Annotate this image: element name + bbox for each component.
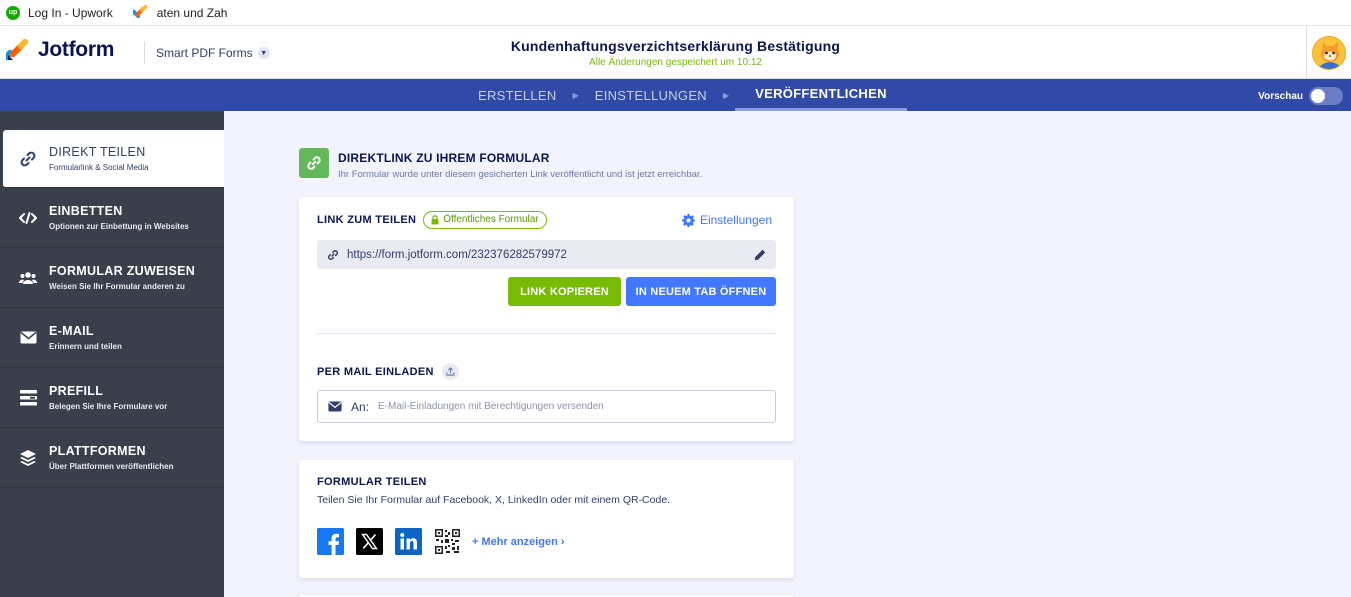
save-status: Alle Änderungen gespeichert um 10:12: [589, 57, 762, 68]
section-divider: [317, 333, 776, 334]
share-link-label: LINK ZUM TEILEN: [317, 214, 417, 226]
layers-icon: [18, 448, 38, 468]
chevron-right-icon: ▶: [572, 90, 579, 100]
show-more-label: Mehr anzeigen: [481, 535, 558, 548]
sidebar-item-title: PLATTFORMEN: [49, 444, 146, 458]
settings-label: Einstellungen: [699, 213, 772, 227]
lock-icon: [431, 214, 439, 224]
bookmark-label: aten und Zah: [156, 5, 228, 20]
form-title[interactable]: Kundenhaftungsverzichtserklärung Bestäti…: [0, 38, 1351, 54]
share-form-subtitle: Teilen Sie Ihr Formular auf Facebook, X,…: [317, 494, 671, 506]
tab-veroeffentlichen[interactable]: VERÖFFENTLICHEN: [735, 79, 907, 111]
share-link-header: LINK ZUM TEILEN Öffentliches Formular Ei…: [317, 211, 772, 229]
sidebar-item-subtitle: Belegen Sie Ihre Formulare vor: [49, 402, 168, 411]
intro-subtitle: Ihr Formular wurde unter diesem gesicher…: [338, 169, 703, 180]
builder-navbar: ERSTELLEN ▶ EINSTELLUNGEN ▶ VERÖFFENTLIC…: [0, 79, 1351, 111]
preview-toggle-group: Vorschau: [1258, 87, 1343, 105]
avatar[interactable]: [1312, 35, 1346, 70]
sidebar-item-subtitle: Weisen Sie Ihr Formular anderen zu: [49, 282, 185, 291]
bookmark-jotform[interactable]: aten und Zah: [131, 4, 228, 21]
chevron-right-icon: ›: [560, 535, 565, 548]
sidebar-item-direkt-teilen[interactable]: DIREKT TEILEN Formularlink & Social Medi…: [3, 130, 224, 188]
open-in-new-tab-button[interactable]: IN NEUEM TAB ÖFFNEN: [626, 277, 776, 306]
share-form-card: FORMULAR TEILEN Teilen Sie Ihr Formular …: [299, 460, 794, 578]
envelope-icon: [18, 328, 38, 348]
share-link-card: LINK ZUM TEILEN Öffentliches Formular Ei…: [299, 197, 794, 441]
x-icon[interactable]: [356, 528, 383, 555]
email-to-label: An:: [351, 399, 370, 414]
preview-toggle[interactable]: [1309, 87, 1343, 105]
sidebar-item-subtitle: Erinnern und teilen: [49, 342, 122, 351]
app-header: Jotform Smart PDF Forms ▼ Kundenhaftungs…: [0, 26, 1351, 79]
form-title-area: Kundenhaftungsverzichtserklärung Bestäti…: [0, 38, 1351, 68]
sidebar-item-title: E-MAIL: [49, 324, 94, 338]
upload-icon[interactable]: [441, 363, 459, 380]
bookmarks-bar: up Log In - Upwork aten und Zah: [0, 0, 1351, 26]
sidebar-item-subtitle: Optionen zur Einbettung in Websites: [49, 222, 189, 231]
public-form-badge-label: Öffentliches Formular: [443, 214, 539, 225]
form-url: https://form.jotform.com/232376282579972: [347, 248, 567, 261]
email-invite-header: PER MAIL EINLADEN: [317, 363, 459, 380]
copy-link-button[interactable]: LINK KOPIEREN: [508, 277, 621, 306]
qr-code-icon[interactable]: [434, 528, 461, 555]
social-buttons: + Mehr anzeigen ›: [317, 528, 565, 555]
facebook-icon[interactable]: [317, 528, 344, 555]
prefill-icon: [18, 388, 38, 408]
link-icon: [328, 249, 338, 260]
sidebar-item-subtitle: Formularlink & Social Media: [49, 163, 149, 172]
sidebar-item-title: EINBETTEN: [49, 204, 123, 218]
plus-icon: +: [472, 535, 479, 548]
sidebar-item-title: FORMULAR ZUWEISEN: [49, 264, 196, 278]
email-invite-input[interactable]: An: E-Mail-Einladungen mit Berechtigunge…: [317, 390, 776, 423]
builder-tabs: ERSTELLEN ▶ EINSTELLUNGEN ▶ VERÖFFENTLIC…: [468, 79, 907, 111]
email-invite-label: PER MAIL EINLADEN: [317, 365, 434, 378]
tab-erstellen[interactable]: ERSTELLEN: [468, 79, 567, 111]
publish-sidebar: DIREKT TEILEN Formularlink & Social Medi…: [0, 111, 224, 597]
gear-icon: [681, 213, 695, 227]
sidebar-item-prefill[interactable]: PREFILL Belegen Sie Ihre Formulare vor: [0, 368, 224, 428]
sidebar-item-title: PREFILL: [49, 384, 104, 398]
jotform-icon: [131, 4, 149, 21]
public-form-badge[interactable]: Öffentliches Formular: [423, 211, 547, 229]
envelope-icon: [328, 401, 342, 412]
chevron-right-icon: ▶: [722, 90, 730, 100]
direct-link-intro: DIREKTLINK ZU IHREM FORMULAR Ihr Formula…: [299, 148, 702, 180]
linkedin-icon[interactable]: [395, 528, 422, 555]
code-icon: [18, 208, 38, 228]
sidebar-item-title: DIREKT TEILEN: [49, 145, 146, 159]
link-icon: [18, 149, 38, 169]
sidebar-item-e-mail[interactable]: E-MAIL Erinnern und teilen: [0, 308, 224, 368]
link-icon: [299, 148, 329, 178]
users-icon: [18, 268, 38, 288]
pencil-icon[interactable]: [754, 249, 766, 261]
avatar-container[interactable]: [1306, 26, 1351, 79]
sidebar-item-subtitle: Über Plattformen veröffentlichen: [49, 462, 174, 471]
share-form-title: FORMULAR TEILEN: [317, 476, 427, 488]
upwork-icon: up: [6, 5, 20, 20]
show-more-link[interactable]: + Mehr anzeigen ›: [472, 536, 565, 548]
link-settings-button[interactable]: Einstellungen: [681, 213, 772, 227]
bookmark-upwork[interactable]: up Log In - Upwork: [6, 5, 113, 20]
email-placeholder: E-Mail-Einladungen mit Berechtigungen ve…: [378, 401, 604, 412]
preview-label: Vorschau: [1258, 90, 1303, 102]
intro-title: DIREKTLINK ZU IHREM FORMULAR: [338, 151, 550, 165]
sidebar-item-plattformen[interactable]: PLATTFORMEN Über Plattformen veröffentli…: [0, 428, 224, 488]
form-url-field[interactable]: https://form.jotform.com/232376282579972: [317, 240, 776, 269]
sidebar-item-formular-zuweisen[interactable]: FORMULAR ZUWEISEN Weisen Sie Ihr Formula…: [0, 248, 224, 308]
bookmark-label: Log In - Upwork: [28, 5, 113, 20]
tab-einstellungen[interactable]: EINSTELLUNGEN: [585, 79, 717, 111]
sidebar-item-einbetten[interactable]: EINBETTEN Optionen zur Einbettung in Web…: [0, 188, 224, 248]
